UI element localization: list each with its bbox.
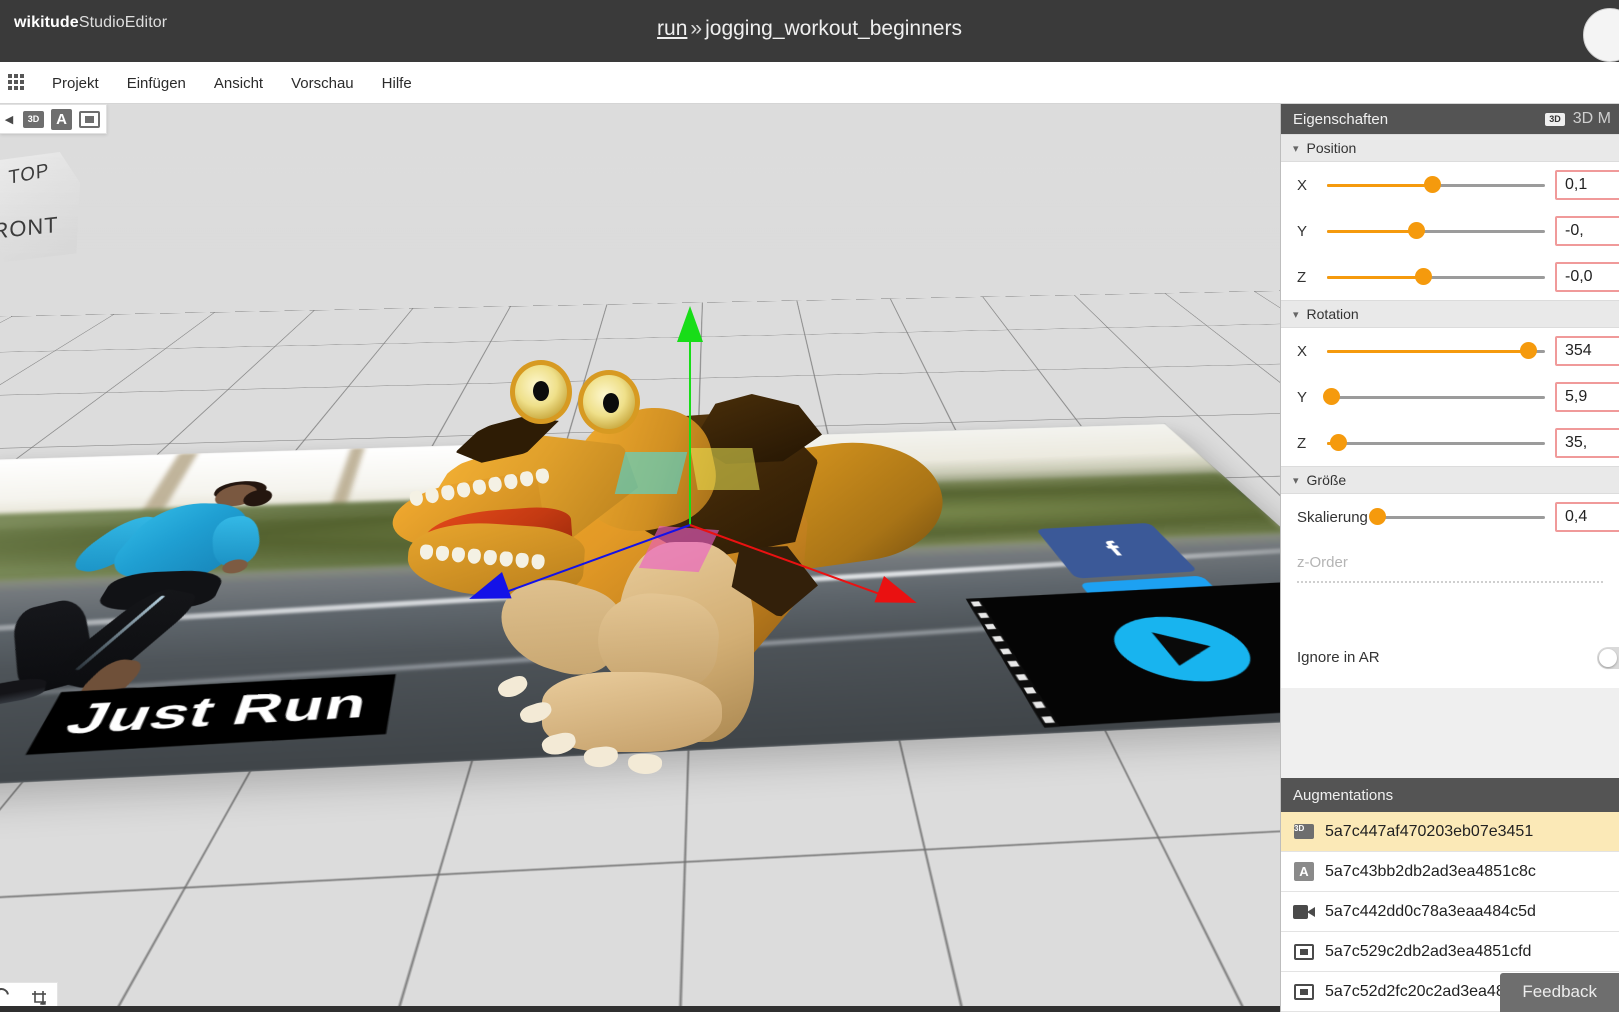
scale-input[interactable]: 0,4	[1555, 502, 1619, 532]
properties-title: Eigenschaften	[1293, 111, 1388, 128]
rotation-y-row: Y 5,9	[1281, 374, 1619, 420]
zorder-placeholder[interactable]: z-Order	[1297, 554, 1603, 571]
zorder-divider	[1297, 581, 1603, 583]
section-rotation[interactable]: ▾ Rotation	[1281, 300, 1619, 328]
ignore-in-ar-row: Ignore in AR	[1281, 626, 1619, 688]
augmentation-item-image[interactable]: 5a7c529c2db2ad3ea4851cfd	[1281, 932, 1619, 972]
chevron-down-icon: ▾	[1293, 142, 1299, 155]
rotation-y-slider[interactable]	[1327, 395, 1545, 399]
breadcrumb-root-link[interactable]: run	[657, 17, 687, 40]
gizmo-axis-y[interactable]	[689, 325, 691, 525]
rotation-z-input[interactable]: 35,	[1555, 428, 1619, 458]
zorder-row: z-Order	[1281, 540, 1619, 626]
augmentation-item-video[interactable]: 5a7c442dd0c78a3eaa484c5d	[1281, 892, 1619, 932]
transform-gizmo[interactable]	[690, 524, 692, 526]
selected-type-label: 3D M	[1573, 110, 1611, 128]
top-bar: wikitudeStudioEditor run»jogging_workout…	[0, 0, 1619, 62]
section-position-label: Position	[1307, 140, 1357, 156]
video-icon	[1293, 905, 1315, 919]
menu-bar: Projekt Einfügen Ansicht Vorschau Hilfe	[0, 62, 1619, 104]
properties-content: ▾ Position X 0,1 Y -0, Z	[1281, 134, 1619, 688]
rotation-z-label: Z	[1297, 435, 1327, 452]
3d-model-icon: 3D	[1294, 824, 1314, 839]
rotation-y-input[interactable]: 5,9	[1555, 382, 1619, 412]
augmentation-label: 5a7c447af470203eb07e3451	[1325, 823, 1533, 841]
scale-row: Skalierung 0,4	[1281, 494, 1619, 540]
chevron-down-icon: ▾	[1293, 474, 1299, 487]
menu-item-ansicht[interactable]: Ansicht	[200, 75, 277, 92]
section-position[interactable]: ▾ Position	[1281, 134, 1619, 162]
rotate-tool-icon[interactable]	[2, 988, 22, 1008]
play-triangle-icon	[1151, 630, 1225, 666]
position-y-row: Y -0,	[1281, 208, 1619, 254]
position-x-slider[interactable]	[1327, 183, 1545, 187]
3d-viewport[interactable]: TOP FRONT	[0, 104, 1280, 1012]
feedback-tab[interactable]: Feedback	[1500, 973, 1619, 1012]
augmentation-item-text[interactable]: A 5a7c43bb2db2ad3ea4851c8c	[1281, 852, 1619, 892]
position-x-row: X 0,1	[1281, 162, 1619, 208]
add-image-button[interactable]	[79, 111, 100, 128]
augmentation-item-3d[interactable]: 3D 5a7c447af470203eb07e3451	[1281, 812, 1619, 852]
properties-panel-header: Eigenschaften 3D 3D M	[1281, 104, 1619, 134]
augmentation-label: 5a7c43bb2db2ad3ea4851c8c	[1325, 863, 1536, 881]
image-icon	[1294, 944, 1314, 960]
position-z-input[interactable]: -0,0	[1555, 262, 1619, 292]
add-text-button[interactable]: A	[51, 109, 72, 130]
move-tool-icon[interactable]	[29, 988, 49, 1008]
menu-items: Projekt Einfügen Ansicht Vorschau Hilfe	[38, 62, 426, 104]
section-groesse-label: Größe	[1307, 472, 1347, 488]
position-y-slider[interactable]	[1327, 229, 1545, 233]
section-rotation-label: Rotation	[1307, 306, 1359, 322]
add-3d-model-button[interactable]: 3D	[23, 111, 44, 128]
rotation-x-label: X	[1297, 343, 1327, 360]
3d-model-type-icon: 3D	[1545, 113, 1565, 126]
gizmo-arrow-y[interactable]	[677, 306, 703, 342]
apps-grid-icon[interactable]	[8, 74, 26, 92]
position-y-input[interactable]: -0,	[1555, 216, 1619, 246]
collapse-toolbar-icon[interactable]: ◀	[2, 108, 16, 130]
gizmo-plane-xy[interactable]	[615, 452, 687, 494]
rotation-z-row: Z 35,	[1281, 420, 1619, 466]
ignore-in-ar-label: Ignore in AR	[1297, 649, 1380, 666]
position-z-label: Z	[1297, 269, 1327, 286]
augmentation-label: 5a7c442dd0c78a3eaa484c5d	[1325, 903, 1536, 921]
position-x-input[interactable]: 0,1	[1555, 170, 1619, 200]
breadcrumb-current: jogging_workout_beginners	[705, 17, 962, 40]
rotation-x-slider[interactable]	[1327, 349, 1545, 353]
rotation-x-input[interactable]: 354	[1555, 336, 1619, 366]
gizmo-plane-yz[interactable]	[690, 448, 759, 490]
augmentations-title: Augmentations	[1293, 787, 1393, 804]
scale-slider[interactable]	[1375, 515, 1545, 519]
image-icon	[1294, 984, 1314, 1000]
breadcrumb: run»jogging_workout_beginners	[0, 17, 1619, 41]
dinosaur-3d-model[interactable]	[392, 242, 892, 802]
menu-item-projekt[interactable]: Projekt	[38, 75, 113, 92]
viewport-bottom-strip	[0, 1006, 1280, 1012]
menu-item-einfuegen[interactable]: Einfügen	[113, 75, 200, 92]
position-x-label: X	[1297, 177, 1327, 194]
augmentation-label: 5a7c52d2fc20c2ad3ea485	[1325, 983, 1514, 1001]
section-groesse[interactable]: ▾ Größe	[1281, 466, 1619, 494]
text-icon: A	[1294, 862, 1314, 881]
rotation-z-slider[interactable]	[1327, 441, 1545, 445]
ignore-in-ar-toggle[interactable]	[1597, 647, 1619, 669]
panel-spacer	[1281, 688, 1619, 778]
rotation-x-row: X 354	[1281, 328, 1619, 374]
properties-panel: Eigenschaften 3D 3D M ▾ Position X 0,1 Y	[1280, 104, 1619, 1012]
augmentation-label: 5a7c529c2db2ad3ea4851cfd	[1325, 943, 1531, 961]
augmentations-header: Augmentations	[1281, 778, 1619, 812]
chevron-down-icon: ▾	[1293, 308, 1299, 321]
menu-item-hilfe[interactable]: Hilfe	[368, 75, 426, 92]
position-z-slider[interactable]	[1327, 275, 1545, 279]
menu-item-vorschau[interactable]: Vorschau	[277, 75, 368, 92]
breadcrumb-separator: »	[687, 17, 705, 40]
position-y-label: Y	[1297, 223, 1327, 240]
scale-label: Skalierung	[1297, 509, 1375, 526]
play-button[interactable]	[1095, 614, 1274, 685]
insert-toolbar: ◀ 3D A	[0, 104, 107, 134]
position-z-row: Z -0,0	[1281, 254, 1619, 300]
